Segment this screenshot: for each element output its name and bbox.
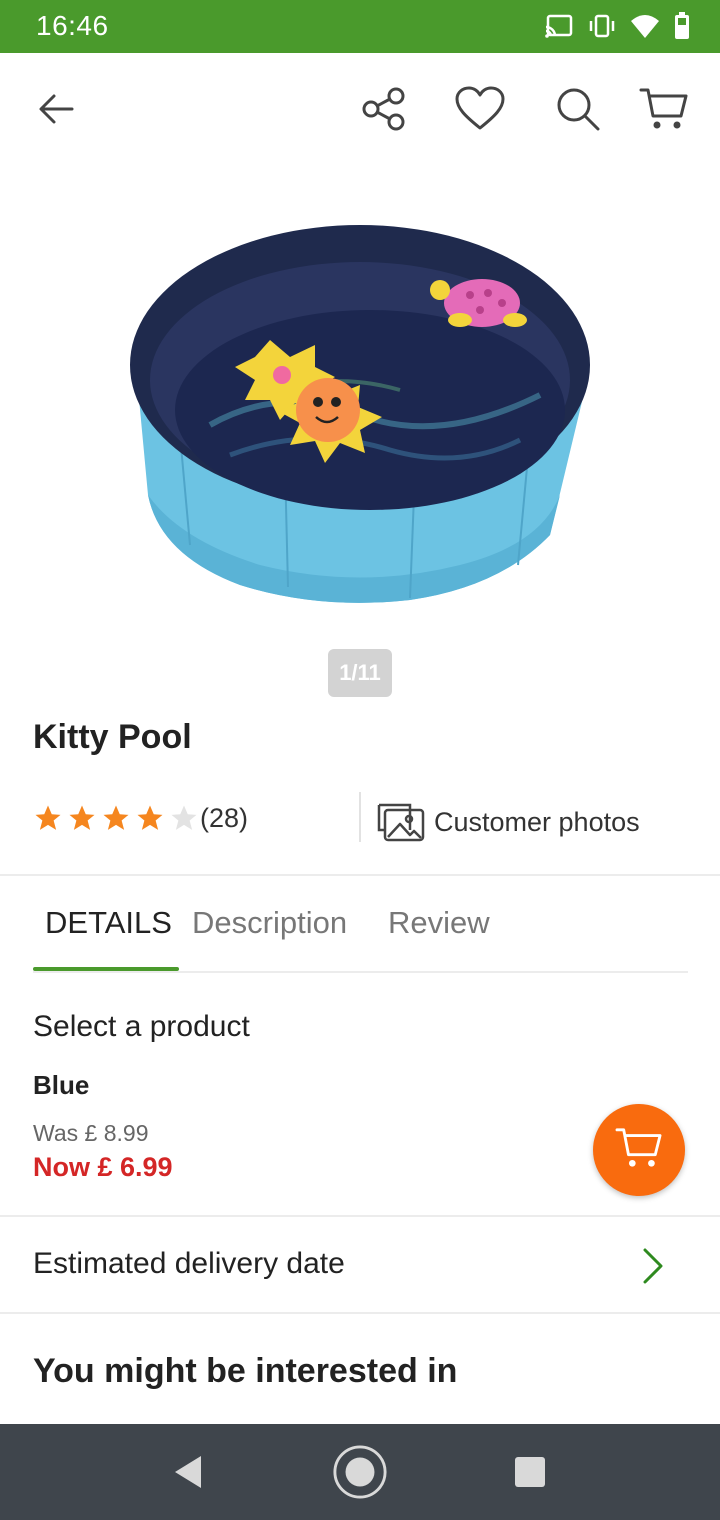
- back-arrow-icon[interactable]: [28, 81, 84, 137]
- divider: [0, 1312, 720, 1314]
- select-product-label: Select a product: [33, 1010, 250, 1043]
- star-icon: [137, 805, 163, 830]
- heart-icon[interactable]: [452, 81, 508, 137]
- tab-details[interactable]: DETAILS: [45, 905, 172, 941]
- active-tab-indicator: [33, 967, 179, 971]
- star-icon: [103, 805, 129, 830]
- status-bar: 16:46: [0, 0, 720, 53]
- tab-review[interactable]: Review: [388, 905, 490, 941]
- search-icon[interactable]: [550, 81, 606, 137]
- product-title: Kitty Pool: [33, 718, 192, 756]
- estimated-delivery-row[interactable]: Estimated delivery date: [0, 1217, 720, 1314]
- product-image[interactable]: [120, 195, 600, 615]
- tab-bar: DETAILS Description Review: [33, 893, 688, 973]
- wifi-icon: [630, 13, 660, 39]
- delivery-label: Estimated delivery date: [33, 1247, 345, 1280]
- nav-home-icon[interactable]: [332, 1444, 388, 1500]
- was-price: Was £ 8.99: [33, 1120, 149, 1146]
- variant-option[interactable]: Blue: [33, 1070, 89, 1101]
- star-rating[interactable]: [33, 803, 199, 833]
- cart-icon[interactable]: [636, 81, 692, 137]
- status-time: 16:46: [36, 10, 109, 41]
- top-app-bar: [0, 53, 720, 165]
- gallery-pager: 1/11: [328, 649, 392, 697]
- nav-recents-icon[interactable]: [502, 1444, 558, 1500]
- star-icon: [35, 805, 61, 830]
- battery-icon: [674, 12, 690, 40]
- photos-icon: [376, 797, 426, 848]
- add-to-cart-button[interactable]: [593, 1104, 685, 1196]
- divider: [359, 792, 361, 842]
- customer-photos-label: Customer photos: [434, 807, 640, 837]
- rating-row: (28) Customer photos: [33, 792, 693, 848]
- cast-icon: [544, 13, 574, 39]
- system-nav-bar: [0, 1424, 720, 1520]
- share-icon[interactable]: [356, 81, 412, 137]
- nav-back-icon[interactable]: [160, 1444, 216, 1500]
- star-empty-icon: [171, 805, 197, 830]
- star-icon: [69, 805, 95, 830]
- divider: [0, 874, 720, 876]
- vibrate-icon: [588, 13, 616, 39]
- tab-description[interactable]: Description: [192, 905, 347, 941]
- now-price: Now £ 6.99: [33, 1152, 173, 1182]
- customer-photos-button[interactable]: Customer photos: [376, 797, 640, 848]
- recommendations-heading: You might be interested in: [33, 1352, 458, 1390]
- status-icons: [544, 12, 690, 40]
- cart-icon: [615, 1126, 663, 1175]
- rating-count[interactable]: (28): [200, 803, 248, 834]
- chevron-right-icon: [642, 1247, 664, 1290]
